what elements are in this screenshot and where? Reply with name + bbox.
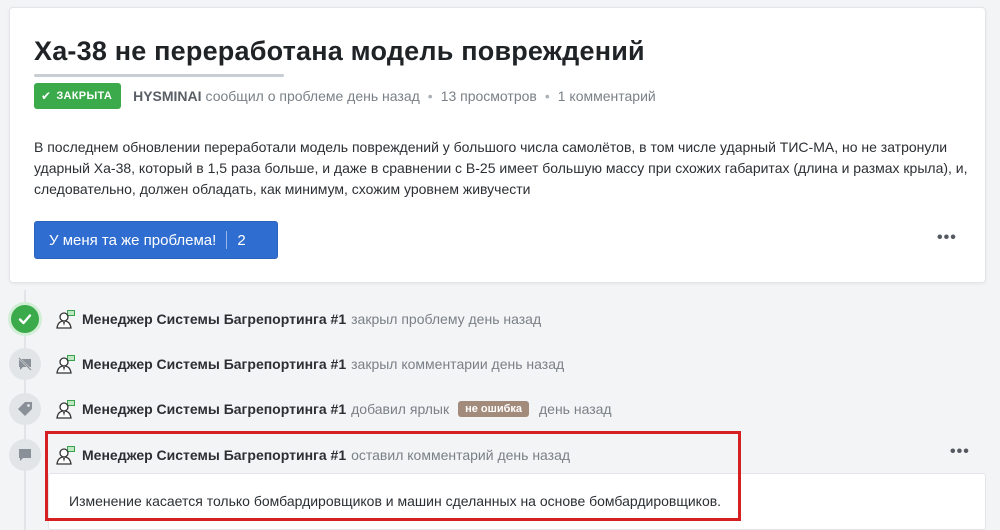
- meta-separator: •: [544, 88, 550, 104]
- tag-icon: [9, 393, 41, 425]
- timeline-event: Менеджер Системы Багрепортинга #1 закрыл…: [56, 353, 564, 375]
- comment-icon: [9, 439, 41, 471]
- comments-count[interactable]: 1 комментарий: [558, 88, 656, 104]
- timeline-event: Менеджер Системы Багрепортинга #1 закрыл…: [56, 308, 541, 330]
- manager-avatar-icon: [56, 310, 75, 329]
- check-icon: ✔: [41, 89, 52, 103]
- tag-not-bug[interactable]: не ошибка: [458, 401, 529, 417]
- event-time: день назад: [539, 401, 612, 417]
- author-link[interactable]: HYSMINAI: [133, 88, 201, 104]
- event-text: закрыл комментарии день назад: [351, 356, 565, 372]
- status-label: ЗАКРЫТА: [56, 90, 113, 102]
- same-problem-label: У меня та же проблема!: [49, 231, 217, 249]
- comment-more-options-icon[interactable]: •••: [950, 443, 970, 461]
- event-author-link[interactable]: Менеджер Системы Багрепортинга #1: [82, 356, 346, 372]
- closed-check-icon: [8, 302, 42, 336]
- same-problem-count: 2: [237, 231, 246, 249]
- issue-card: Ха-38 не переработана модель повреждений…: [9, 7, 986, 283]
- button-separator: [226, 231, 228, 249]
- highlight-frame: [45, 431, 741, 521]
- event-author-link[interactable]: Менеджер Системы Багрепортинга #1: [82, 401, 346, 417]
- event-author-link[interactable]: Менеджер Системы Багрепортинга #1: [82, 311, 346, 327]
- timeline-event: Менеджер Системы Багрепортинга #1 добави…: [56, 398, 612, 420]
- more-options-icon[interactable]: •••: [937, 229, 957, 247]
- event-text: закрыл проблему день назад: [351, 311, 542, 327]
- title-underline: [34, 74, 284, 77]
- status-badge: ✔ ЗАКРЫТА: [34, 83, 122, 109]
- meta-separator: •: [427, 88, 433, 104]
- event-text: добавил ярлык: [351, 401, 450, 417]
- views-count: 13 просмотров: [440, 88, 537, 104]
- issue-body: В последнем обновлении переработали моде…: [34, 139, 968, 197]
- comments-closed-icon: [9, 348, 41, 380]
- issue-title: Ха-38 не переработана модель повреждений: [34, 36, 645, 66]
- manager-avatar-icon: [56, 400, 75, 419]
- same-problem-button[interactable]: У меня та же проблема! 2: [34, 221, 278, 259]
- reported-text: сообщил о проблеме день назад: [205, 88, 420, 104]
- manager-avatar-icon: [56, 355, 75, 374]
- issue-meta: ✔ ЗАКРЫТА HYSMINAI сообщил о проблеме де…: [34, 83, 656, 109]
